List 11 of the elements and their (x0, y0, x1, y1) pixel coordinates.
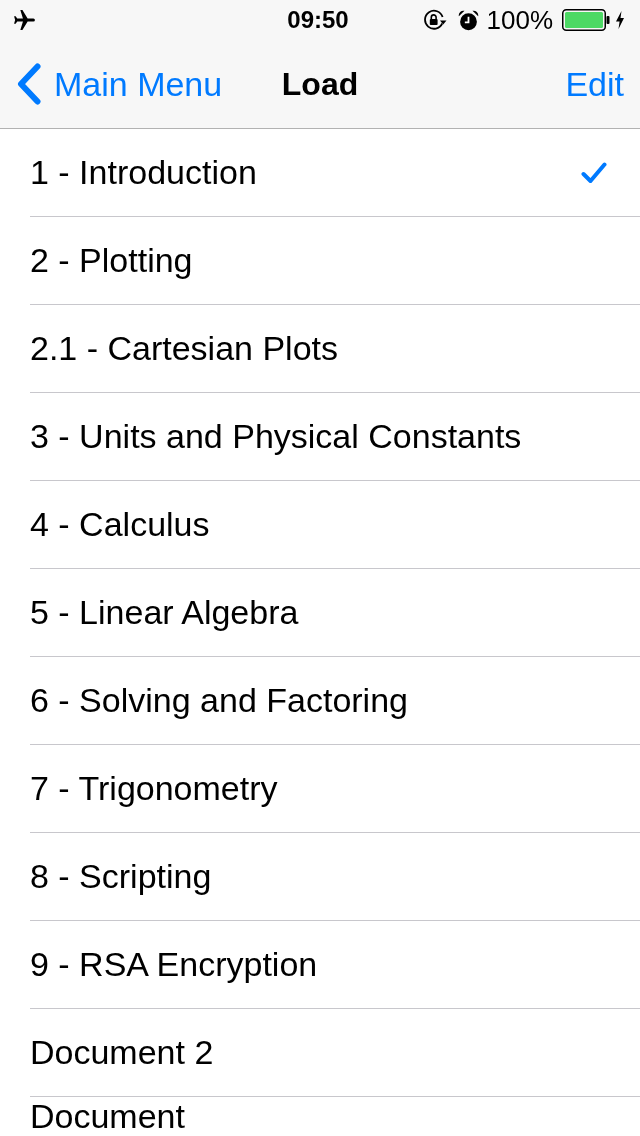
chevron-icon (16, 63, 42, 105)
battery-percentage: 100% (486, 4, 553, 36)
rotation-lock-icon (422, 9, 447, 31)
back-button[interactable]: Main Menu (0, 63, 223, 105)
status-time: 09:50 (287, 6, 349, 34)
edit-button[interactable]: Edit (565, 64, 640, 104)
alarm-clock-icon (457, 9, 479, 31)
charging-bolt-icon (616, 11, 624, 29)
nav-title: Load (280, 65, 360, 103)
airplane-icon (12, 7, 37, 33)
battery-icon (562, 9, 610, 31)
